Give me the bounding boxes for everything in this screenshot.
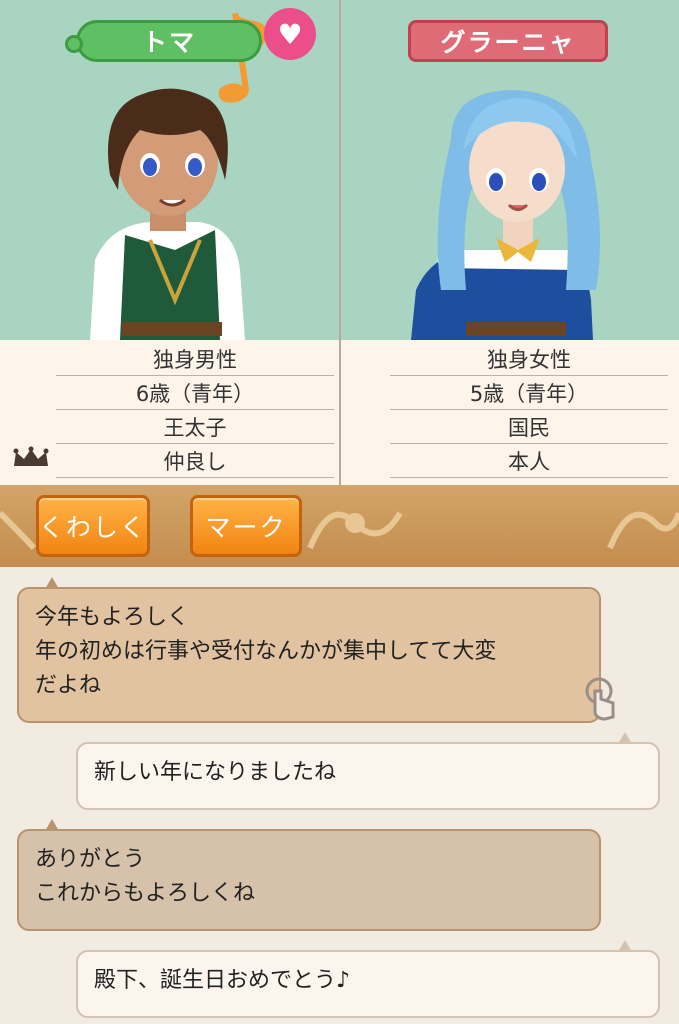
chat-line: これからもよろしくね (35, 881, 256, 906)
tap-hand-icon[interactable] (583, 677, 619, 721)
chat-bubble-left: 今年もよろしく 年の初めは行事や受付なんかが集中してて大変 だよね (17, 577, 601, 723)
right-character-portrait[interactable]: グラーニャ (341, 0, 679, 340)
ornament-decoration (307, 511, 403, 550)
crown-icon (13, 446, 49, 466)
left-status: 独身男性 (56, 342, 334, 376)
chat-line: 新しい年になりましたね (94, 760, 337, 785)
chat-bubble-left: ありがとう これからもよろしくね (17, 819, 601, 931)
ornament-decoration-left (0, 510, 36, 551)
left-character-info: 独身男性 6歳（青年） 王太子 仲良し (0, 340, 339, 485)
left-character-portrait[interactable]: ♪ トマ ♥ (0, 0, 339, 340)
right-character-info: 独身女性 5歳（青年） 国民 本人 (341, 340, 679, 485)
chat-line: 今年もよろしく (35, 605, 190, 630)
chat-line: だよね (35, 673, 102, 698)
mark-button[interactable]: マーク (190, 495, 302, 557)
chat-bubble-right: 新しい年になりましたね (76, 732, 660, 810)
conversation-area[interactable]: 今年もよろしく 年の初めは行事や受付なんかが集中してて大変 だよね 新しい年にな… (0, 567, 679, 1024)
ornament-decoration-right (607, 511, 679, 550)
right-relation: 本人 (390, 444, 668, 478)
left-character-name: トマ (65, 20, 262, 62)
action-bar: くわしく マーク (0, 485, 679, 567)
chat-line: 年の初めは行事や受付なんかが集中してて大変 (35, 639, 497, 664)
left-title: 王太子 (56, 410, 334, 444)
right-status: 独身女性 (390, 342, 668, 376)
left-relation: 仲良し (56, 444, 334, 478)
chat-line: ありがとう (35, 847, 146, 872)
right-character-name: グラーニャ (408, 20, 608, 62)
right-title: 国民 (390, 410, 668, 444)
chat-line: 殿下、誕生日おめでとう♪ (94, 968, 351, 993)
left-age: 6歳（青年） (56, 376, 334, 410)
details-button[interactable]: くわしく (36, 495, 150, 557)
chat-bubble-right: 殿下、誕生日おめでとう♪ (76, 940, 660, 1018)
heart-icon: ♥ (264, 8, 316, 60)
right-age: 5歳（青年） (390, 376, 668, 410)
